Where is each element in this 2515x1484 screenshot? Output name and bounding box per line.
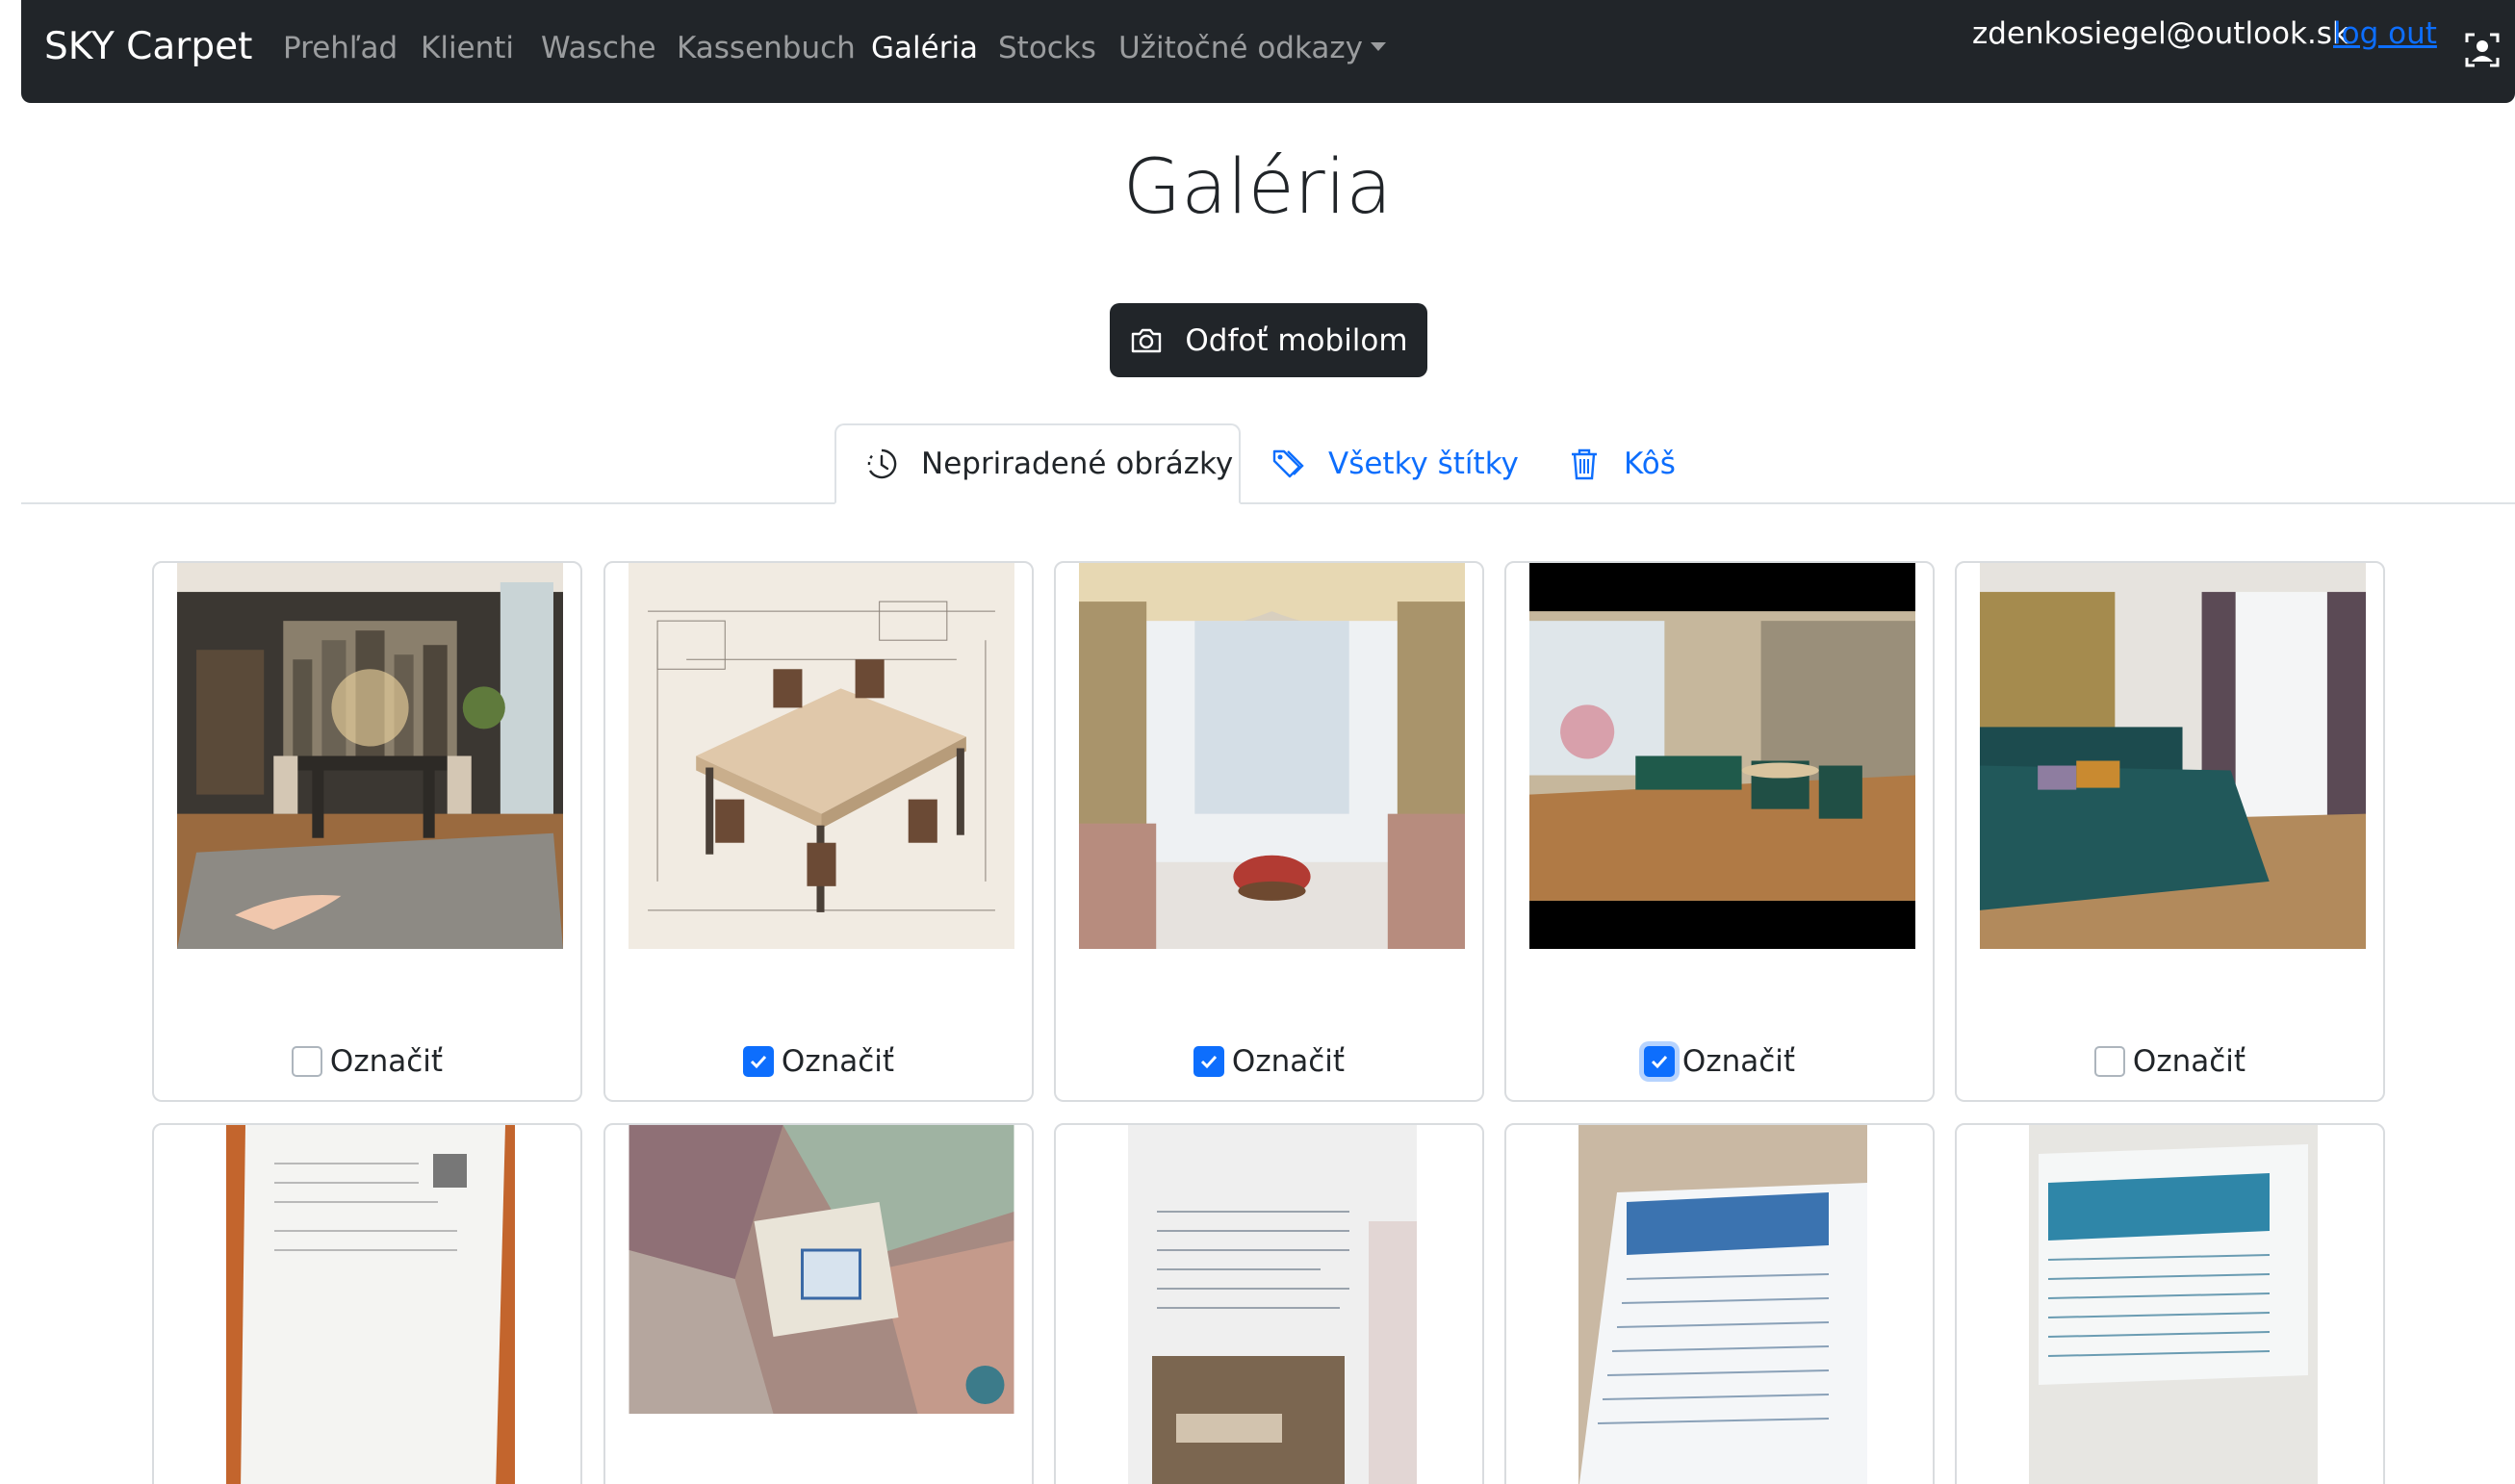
take-photo-button[interactable]: Odfoť mobilom <box>1110 303 1427 377</box>
gallery-card <box>603 1123 1034 1484</box>
user-email: zdenkosiegel@outlook.sk <box>1972 16 2349 51</box>
chevron-down-icon <box>1370 42 1386 51</box>
select-checkbox-row[interactable]: Označiť <box>605 1044 1032 1079</box>
take-photo-label: Odfoť mobilom <box>1185 322 1408 358</box>
photo-thumbnail[interactable] <box>629 1125 1014 1414</box>
nav-stocks[interactable]: Stocks <box>998 31 1096 65</box>
user-profile-icon[interactable] <box>2463 31 2502 69</box>
brand-logo[interactable]: SKY Carpet <box>44 25 252 68</box>
photo-thumbnail[interactable] <box>1079 563 1465 949</box>
nav-wasche[interactable]: Wasche <box>541 31 656 65</box>
tags-icon <box>1272 449 1304 478</box>
photo-thumbnail[interactable] <box>1128 1125 1417 1484</box>
tab-label: Nepriradené obrázky <box>921 447 1234 481</box>
checkmark-icon <box>1200 1055 1218 1069</box>
clock-history-icon <box>867 448 897 479</box>
top-navbar: SKY Carpet Prehľad Klienti Wasche Kassen… <box>21 0 2515 103</box>
photo-thumbnail[interactable] <box>226 1125 515 1484</box>
select-checkbox[interactable] <box>1643 1046 1675 1077</box>
select-checkbox-row[interactable]: Označiť <box>154 1044 580 1079</box>
gallery-card: Označiť <box>603 561 1034 1102</box>
checkbox-label: Označiť <box>1231 1044 1346 1079</box>
checkbox-label: Označiť <box>2132 1044 2246 1079</box>
gallery-card: Označiť <box>1955 561 2385 1102</box>
select-checkbox[interactable] <box>1193 1046 1224 1077</box>
checkbox-label: Označiť <box>781 1044 895 1079</box>
select-checkbox-row[interactable]: Označiť <box>1957 1044 2383 1079</box>
trash-icon <box>1572 448 1597 480</box>
photo-thumbnail[interactable] <box>1529 563 1915 949</box>
camera-icon <box>1132 328 1162 352</box>
photo-thumbnail[interactable] <box>177 563 563 949</box>
tab-trash[interactable]: Kôš <box>1566 423 1676 504</box>
page-title: Galéria <box>1122 144 1393 231</box>
checkbox-label: Označiť <box>1681 1044 1796 1079</box>
tab-unassigned-images[interactable]: Nepriradené obrázky <box>834 423 1241 504</box>
checkmark-icon <box>1651 1055 1668 1069</box>
select-checkbox-row[interactable]: Označiť <box>1506 1044 1933 1079</box>
select-checkbox[interactable] <box>2093 1046 2125 1077</box>
gallery-card: Označiť <box>152 561 582 1102</box>
tab-label: Kôš <box>1624 447 1676 481</box>
gallery-card <box>1054 1123 1484 1484</box>
gallery-card: Označiť <box>1054 561 1484 1102</box>
nav-galeria[interactable]: Galéria <box>871 31 978 65</box>
nav-prehlad[interactable]: Prehľad <box>283 31 398 65</box>
photo-thumbnail[interactable] <box>2029 1125 2318 1484</box>
gallery-card: Označiť <box>1504 561 1935 1102</box>
photo-thumbnail[interactable] <box>629 563 1014 949</box>
gallery-card <box>152 1123 582 1484</box>
nav-dropdown-label: Užitočné odkazy <box>1118 31 1363 65</box>
logout-link[interactable]: log out <box>2333 16 2437 51</box>
tab-label: Všetky štítky <box>1328 447 1519 481</box>
photo-thumbnail[interactable] <box>1578 1125 1867 1484</box>
tabs-divider <box>21 502 2515 504</box>
select-checkbox[interactable] <box>291 1046 322 1077</box>
nav-uzitocne-odkazy-dropdown[interactable]: Užitočné odkazy <box>1118 31 1386 65</box>
select-checkbox-row[interactable]: Označiť <box>1056 1044 1482 1079</box>
nav-kassenbuch[interactable]: Kassenbuch <box>677 31 856 65</box>
gallery-card <box>1504 1123 1935 1484</box>
tab-all-tags[interactable]: Všetky štítky <box>1270 423 1519 504</box>
gallery-card <box>1955 1123 2385 1484</box>
photo-thumbnail[interactable] <box>1980 563 2366 949</box>
nav-klienti[interactable]: Klienti <box>421 31 514 65</box>
checkbox-label: Označiť <box>329 1044 444 1079</box>
checkmark-icon <box>750 1055 767 1069</box>
select-checkbox[interactable] <box>742 1046 774 1077</box>
